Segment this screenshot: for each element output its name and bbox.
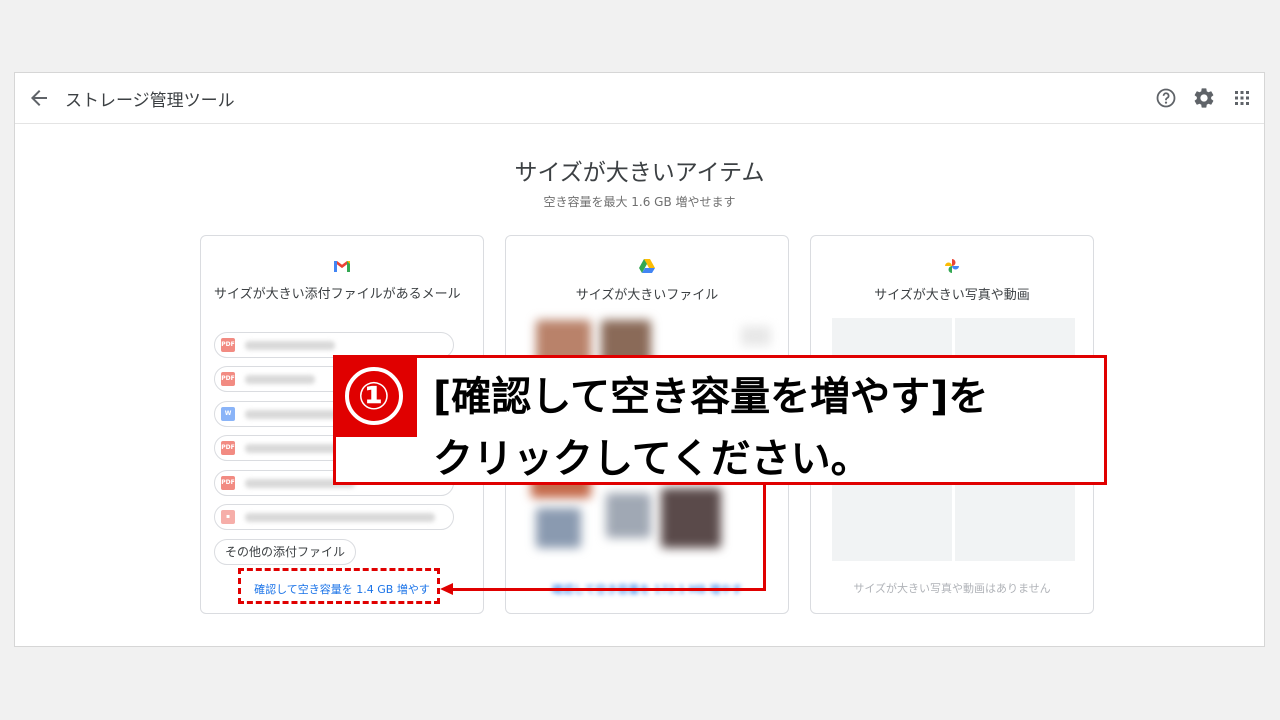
attachment-chip[interactable]: ▪ — [214, 504, 454, 530]
empty-state-text: サイズが大きい写真や動画はありません — [853, 582, 1051, 595]
pdf-icon: PDF — [221, 441, 235, 455]
google-drive-icon — [639, 259, 655, 273]
help-icon[interactable] — [1154, 86, 1178, 110]
annotation-arrowhead — [440, 583, 453, 595]
card-title: サイズが大きい添付ファイルがあるメール — [214, 287, 461, 302]
back-arrow-icon[interactable] — [27, 86, 51, 110]
highlight-dashed-box — [238, 568, 440, 604]
apps-grid-icon[interactable] — [1230, 86, 1254, 110]
instruction-line-2: クリックしてください。 — [433, 436, 871, 482]
blurred-filename — [245, 513, 435, 522]
section-heading: サイズが大きいアイテム — [514, 160, 765, 186]
pdf-icon: PDF — [221, 372, 235, 386]
file-thumbnail[interactable] — [536, 508, 581, 548]
gmail-icon — [334, 261, 350, 272]
pdf-icon: PDF — [221, 476, 235, 490]
top-bar: ストレージ管理ツール — [15, 73, 1264, 124]
blurred-filename — [245, 341, 335, 350]
instruction-line-1: [確認して空き容量を増やす]を — [433, 374, 989, 420]
page-title: ストレージ管理ツール — [65, 91, 235, 111]
blurred-filename — [245, 444, 345, 453]
file-thumbnail[interactable] — [606, 493, 651, 538]
step-number: ① — [345, 367, 403, 425]
settings-icon[interactable] — [1192, 86, 1216, 110]
card-title: サイズが大きいファイル — [575, 288, 719, 303]
step-badge: ① — [336, 358, 417, 437]
google-photos-icon — [945, 259, 959, 273]
section-subheading: 空き容量を最大 1.6 GB 増やせます — [543, 195, 736, 209]
annotation-arrow-line — [452, 588, 766, 591]
file-thumbnail[interactable] — [661, 488, 721, 548]
annotation-connector-line — [763, 480, 766, 591]
blurred-filename — [245, 375, 315, 384]
instruction-callout: ① [確認して空き容量を増やす]を クリックしてください。 — [333, 355, 1107, 485]
card-title: サイズが大きい写真や動画 — [874, 288, 1030, 303]
image-file-icon: ▪ — [221, 510, 235, 524]
other-attachments-button[interactable]: その他の添付ファイル — [214, 539, 357, 565]
word-doc-icon: W — [221, 407, 235, 421]
file-thumbnail[interactable] — [741, 326, 771, 346]
pdf-icon: PDF — [221, 338, 235, 352]
